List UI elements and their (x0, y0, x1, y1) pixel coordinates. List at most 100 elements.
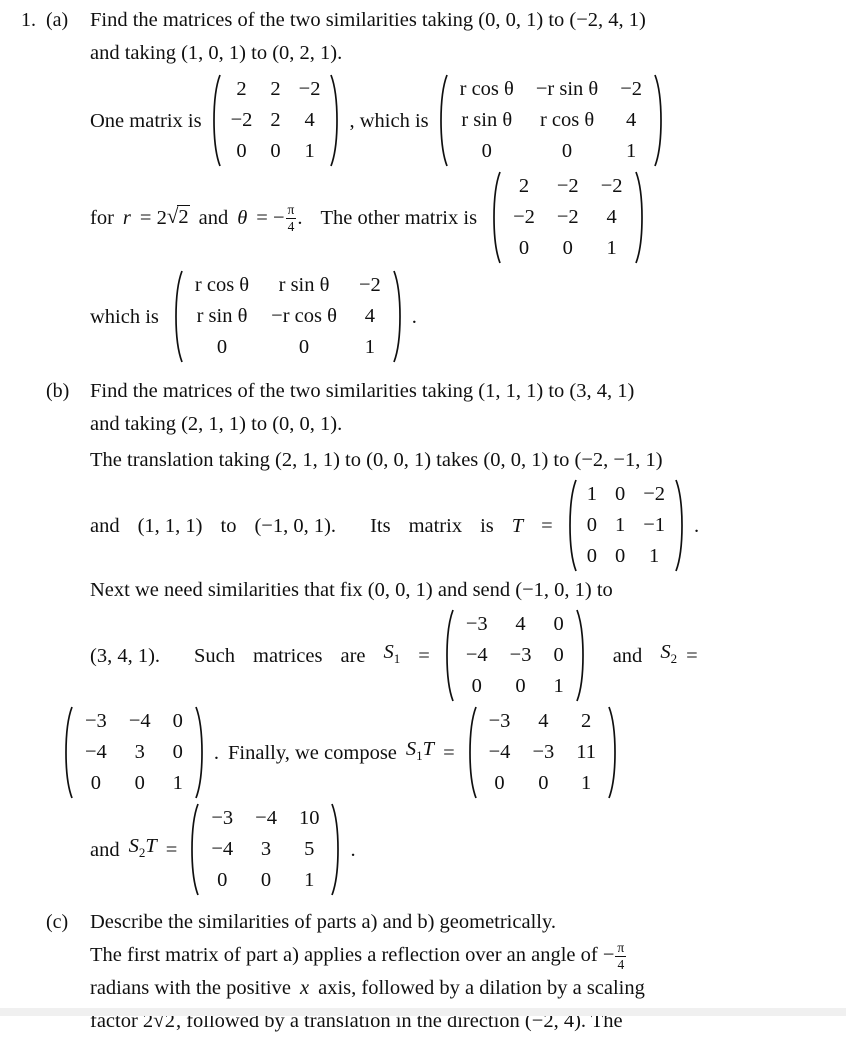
matrix-M1-symbolic: r cos θ −r sin θ −2 r sin θ r cos θ 4 0 … (434, 74, 668, 167)
S1-symbol: S1 (384, 637, 401, 674)
matrix-cell: 4 (606, 206, 617, 228)
part-c-line-1: Describe the similarities of parts a) an… (90, 906, 846, 939)
part-c-line-2-text: The first matrix of part a) applies a re… (90, 944, 615, 966)
matrix-cell: −4 (128, 710, 151, 732)
S1T-letter: S (405, 737, 417, 760)
matrix-cell: 3 (260, 838, 272, 860)
r-equals: = 2 (139, 206, 167, 229)
part-a-trailing-period: . (411, 305, 417, 328)
matrix-cell: r cos θ (539, 109, 595, 131)
matrix-cell: 1 (172, 772, 183, 794)
matrix-S2: −3 −4 0 −4 3 0 0 0 1 (59, 706, 209, 799)
right-paren-icon (575, 609, 590, 702)
matrix-cell: 0 (260, 869, 272, 891)
matrix-cell: 4 (364, 305, 375, 327)
S1-subscript: 1 (393, 651, 401, 667)
theta-period: . (297, 206, 303, 229)
matrix-row: 0 1 −1 (578, 510, 674, 541)
matrix-T: 1 0 −2 0 1 −1 0 0 1 (563, 479, 689, 572)
part-a-line-2: and taking (1, 0, 1) to (0, 2, 1). (90, 37, 846, 70)
matrix-cell: −2 (620, 78, 643, 100)
equals-sign: = (686, 644, 698, 667)
matrix-cell: 0 (553, 644, 564, 666)
part-a-label: (a) (46, 9, 69, 31)
matrix-cell: −4 (85, 741, 107, 763)
matrix-cell: 0 (515, 675, 526, 697)
part-a-matrix-row-3: which is r cos θ r sin θ −2 r sin θ −r c… (90, 270, 846, 363)
matrix-M2: 2 −2 −2 −2 −2 4 0 0 1 (487, 171, 648, 264)
matrix-cell: 1 (553, 675, 564, 697)
and-label: and (90, 514, 120, 537)
matrix-cell: 2 (270, 109, 281, 131)
matrix-cell: −3 (465, 613, 488, 635)
matrix-row: −2 2 4 (222, 105, 330, 136)
S2T-symbol: S2T (129, 831, 157, 868)
pi-over-4-fraction: π 4 (285, 203, 297, 234)
x-variable: x (299, 977, 310, 999)
matrix-cell: 11 (576, 741, 596, 763)
r-variable: r (122, 206, 131, 229)
matrix-cell: 0 (553, 613, 564, 635)
matrix-cell: −3 (509, 644, 532, 666)
pi-over-4-fraction: π 4 (615, 941, 627, 972)
point-341: (3, 4, 1). (90, 644, 161, 667)
such-label: Such (194, 644, 236, 667)
matrix-row: −4 −3 11 (478, 737, 607, 768)
matrix-cell: −4 (488, 741, 511, 763)
part-a-line-1: Find the matrices of the two similaritie… (90, 4, 846, 37)
part-b-line-1: Find the matrices of the two similaritie… (90, 375, 846, 408)
part-c-line-1-text: Describe the similarities of parts a) an… (90, 911, 557, 933)
part-a-line-2-text: and taking (1, 0, 1) to (0, 2, 1). (90, 42, 343, 64)
and-label: and (90, 838, 120, 861)
part-b: (b) Find the matrices of the two similar… (46, 375, 846, 896)
left-paren-icon (169, 270, 184, 363)
left-paren-icon (207, 74, 222, 167)
is-label: is (480, 514, 494, 537)
matrix-cell: r sin θ (461, 109, 513, 131)
part-c-line-2: The first matrix of part a) applies a re… (90, 939, 846, 972)
matrix-cell: 2 (581, 710, 592, 732)
matrix-row: 1 0 −2 (578, 479, 674, 510)
matrix-row: 2 2 −2 (222, 74, 330, 105)
are-label: are (340, 644, 366, 667)
matrix-row: 0 0 1 (200, 865, 330, 896)
equals-sign: = (541, 514, 553, 537)
part-c: (c) Describe the similarities of parts a… (46, 906, 846, 1038)
matrix-row: 0 0 1 (478, 768, 607, 799)
matrix-row: 0 0 1 (578, 541, 674, 572)
part-a: (a) Find the matrices of the two similar… (46, 4, 846, 363)
document-page: 1. (a) Find the matrices of the two simi… (0, 0, 846, 1032)
matrix-cell: r sin θ (278, 274, 330, 296)
matrix-row: r sin θ −r cos θ 4 (184, 301, 392, 332)
matrix-row: −3 −4 0 (74, 706, 194, 737)
S2T-T-letter: T (145, 834, 157, 857)
part-c-body: Describe the similarities of parts a) an… (90, 906, 846, 1038)
matrix-cell: r sin θ (196, 305, 248, 327)
part-b-line-3-text: The translation taking (2, 1, 1) to (0, … (90, 449, 663, 471)
part-b-line-2: and taking (2, 1, 1) to (0, 0, 1). (90, 408, 846, 441)
matrix-row: −2 −2 4 (502, 202, 633, 233)
right-paren-icon (634, 171, 649, 264)
matrix-row: −4 −3 0 (455, 640, 575, 671)
matrix-row: 0 0 1 (74, 768, 194, 799)
matrix-cell: 0 (481, 140, 492, 162)
matrix-cell: 0 (561, 140, 573, 162)
matrix-cell: 0 (172, 710, 183, 732)
matrix-cell: 0 (216, 336, 228, 358)
matrix-cell: 0 (518, 237, 530, 259)
and-label: and (198, 206, 229, 229)
matrix-cell: 1 (304, 140, 315, 162)
right-paren-icon (330, 803, 345, 896)
matrix-cell: 0 (562, 237, 573, 259)
matrix-cell: 0 (270, 140, 281, 162)
point-111: (1, 1, 1) (137, 514, 203, 537)
matrix-S2T: −3 −4 10 −4 3 5 0 0 1 (185, 803, 345, 896)
right-paren-icon (653, 74, 668, 167)
matrix-cell: 0 (614, 545, 626, 567)
matrix-row: r cos θ r sin θ −2 (184, 270, 392, 301)
matrix-cell: −2 (513, 206, 535, 228)
part-b-line-1-text: Find the matrices of the two similaritie… (90, 380, 635, 402)
S2-subscript: 2 (670, 651, 678, 667)
matrix-cell: 0 (586, 545, 597, 567)
matrix-cell: 0 (236, 140, 247, 162)
